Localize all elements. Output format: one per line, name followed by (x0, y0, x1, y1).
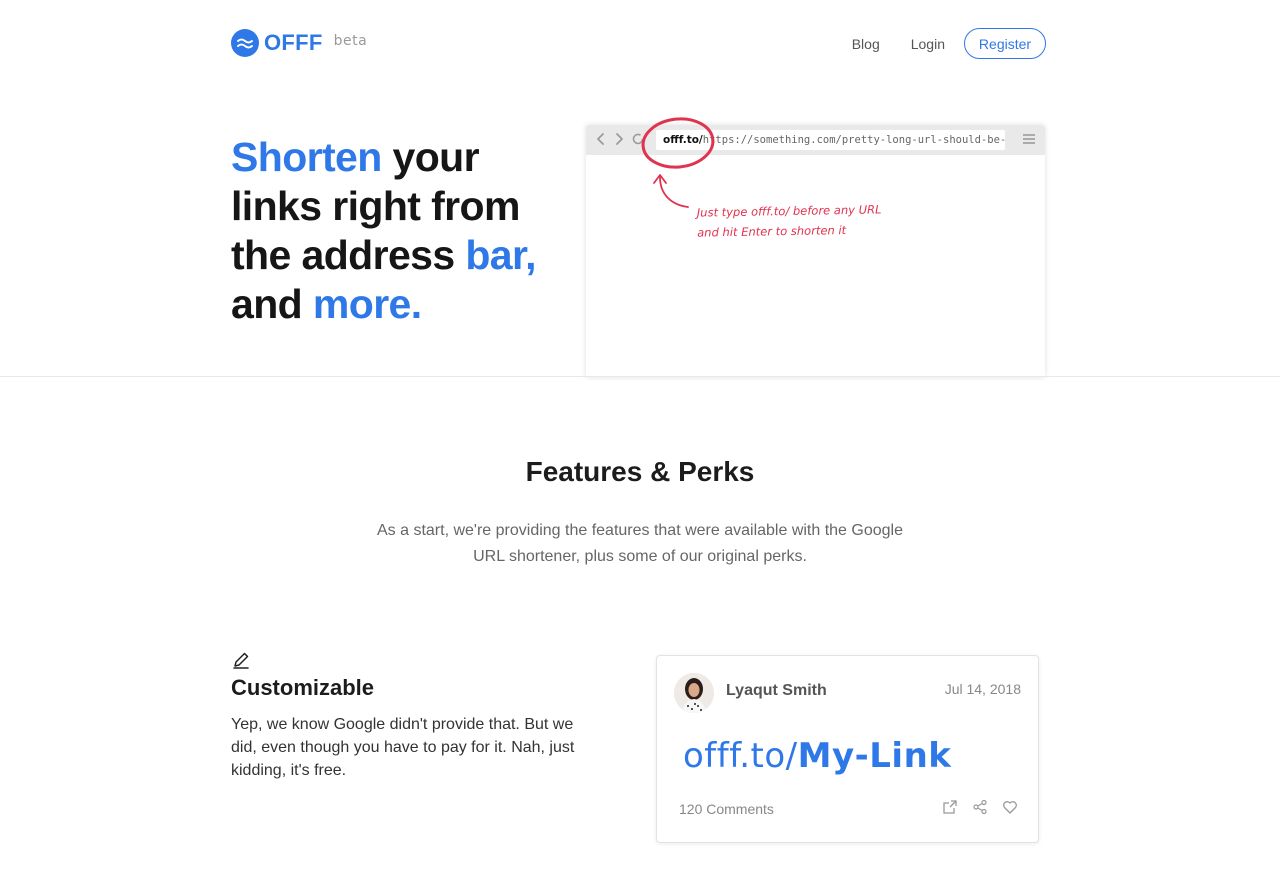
annotation-drawing (641, 117, 715, 208)
heart-icon[interactable] (1002, 799, 1018, 815)
top-navbar: OFFF beta Blog Login Register (0, 0, 1280, 88)
short-link-domain: offf.to/ (683, 736, 798, 776)
hero-title: Shorten your links right from the addres… (231, 133, 571, 329)
share-icon[interactable] (972, 799, 988, 815)
avatar (674, 673, 714, 713)
nav-link-blog[interactable]: Blog (852, 36, 880, 52)
link-preview-card: Lyaqut Smith Jul 14, 2018 offf.to/My-Lin… (656, 655, 1039, 843)
nav-links: Blog Login Register (852, 28, 1046, 59)
hero-title-text: and (231, 281, 313, 327)
author-name: Lyaqut Smith (726, 682, 827, 699)
beta-badge: beta (333, 33, 368, 49)
comments-count[interactable]: 120 Comments (679, 801, 774, 817)
browser-illustration: offf.to/https://something.com/pretty-lon… (586, 117, 1045, 377)
hero-title-highlight: bar, (465, 232, 536, 278)
logo[interactable]: OFFF beta (231, 29, 367, 57)
annotation-text: Just type offf.to/ before any URL and hi… (697, 199, 882, 242)
waves-icon (231, 29, 259, 57)
hero-title-highlight: Shorten (231, 134, 382, 180)
short-link-slug: My-Link (797, 736, 952, 776)
short-link[interactable]: offf.to/My-Link (683, 736, 951, 776)
features-title: Features & Perks (525, 456, 755, 487)
logo-text: OFFF (264, 30, 323, 55)
feature-title: Customizable (231, 675, 375, 700)
share-out-icon[interactable] (942, 799, 958, 815)
post-date: Jul 14, 2018 (944, 681, 1021, 697)
card-actions (928, 799, 1018, 815)
pencil-icon (231, 650, 251, 675)
nav-link-login[interactable]: Login (911, 36, 945, 52)
section-divider (0, 376, 1280, 377)
feature-description: Yep, we know Google didn't provide that.… (231, 716, 575, 779)
register-button[interactable]: Register (964, 28, 1046, 59)
features-description: As a start, we're providing the features… (376, 522, 903, 565)
hero-title-highlight: more. (312, 281, 422, 327)
annotation-line: Just type offf.to/ before any URL (696, 202, 882, 220)
annotation-line: and hit Enter to shorten it (697, 223, 847, 240)
